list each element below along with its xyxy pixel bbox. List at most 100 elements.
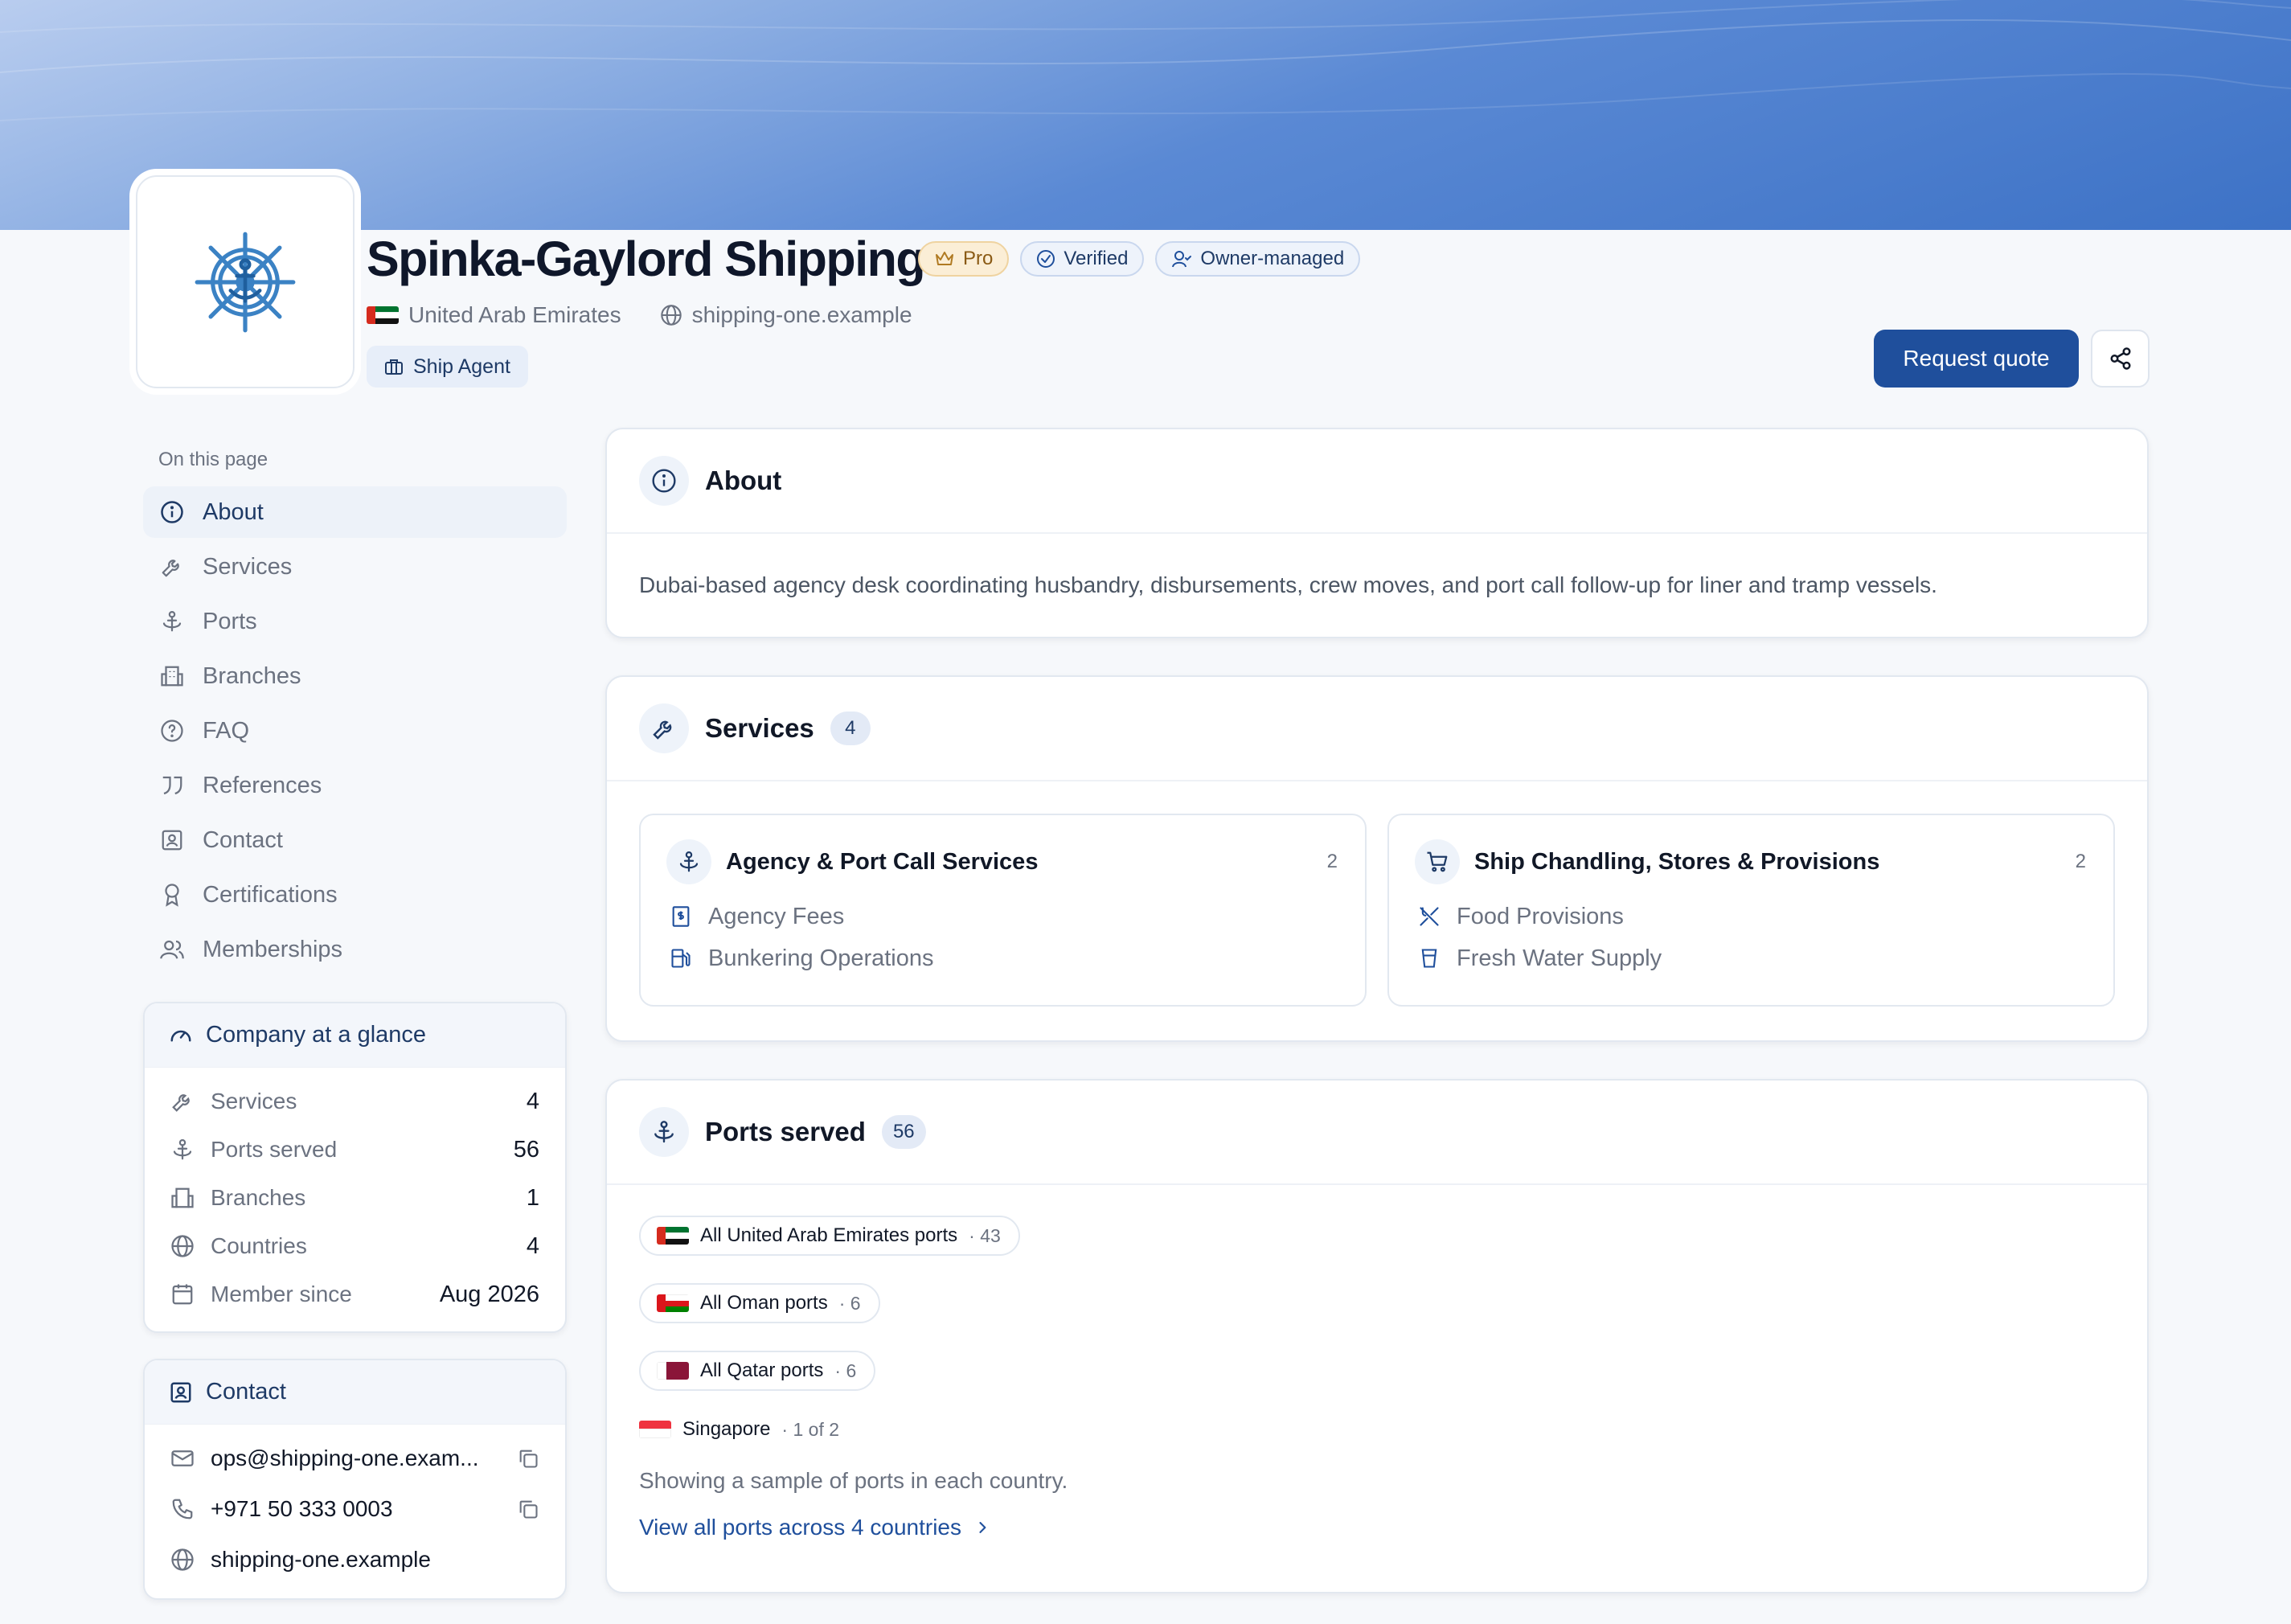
glance-label: Branches xyxy=(211,1185,306,1210)
about-title: About xyxy=(705,465,782,495)
ports-count: 56 xyxy=(881,1115,926,1149)
nav-item-contact[interactable]: Contact xyxy=(143,814,567,866)
glance-row-member-since: Member since Aug 2026 xyxy=(145,1270,565,1318)
view-all-ports-link[interactable]: View all ports across 4 countries xyxy=(639,1515,2115,1540)
service-item-label: Food Provisions xyxy=(1457,903,1624,929)
contact-phone[interactable]: +971 50 333 0003 xyxy=(211,1496,512,1522)
role-chip-label: Ship Agent xyxy=(413,355,510,378)
chevron-right-icon xyxy=(979,1522,986,1533)
anchor-icon xyxy=(679,851,699,872)
port-group-count: · 43 xyxy=(969,1224,1001,1246)
contact-phone-row[interactable]: +971 50 333 0003 xyxy=(145,1483,565,1534)
glance-label: Member since xyxy=(211,1282,352,1306)
globe-icon xyxy=(660,305,682,326)
phone-icon xyxy=(172,1499,193,1519)
ports-note: Showing a sample of ports in each countr… xyxy=(639,1468,1068,1493)
nav-item-label: Certifications xyxy=(203,881,338,908)
glance-label: Countries xyxy=(211,1233,307,1258)
nav-item-certifications[interactable]: Certifications xyxy=(143,869,567,921)
uae-flag-icon xyxy=(367,306,399,324)
cart-icon-circle xyxy=(1415,839,1460,884)
share-button[interactable] xyxy=(2091,330,2150,388)
contact-card-header: Contact xyxy=(145,1360,565,1425)
wrench-icon xyxy=(653,720,672,740)
crown-icon xyxy=(936,252,953,265)
about-card: About Dubai-based agency desk coordinati… xyxy=(605,428,2149,638)
check-circle-icon xyxy=(1037,250,1055,268)
users-icon xyxy=(160,940,184,959)
nav-item-label: Branches xyxy=(203,662,301,689)
copy-phone-button[interactable] xyxy=(512,1498,539,1520)
service-group[interactable]: Ship Chandling, Stores & Provisions 2 Fo… xyxy=(1387,814,2115,1007)
about-card-header: About xyxy=(607,429,2147,534)
calendar-icon xyxy=(172,1284,193,1305)
user-check-icon xyxy=(1172,251,1192,268)
quote-icon xyxy=(162,776,182,795)
nav-item-services[interactable]: Services xyxy=(143,541,567,593)
page-nav: About Services Ports Branches FAQ Refere… xyxy=(143,486,567,978)
company-logo xyxy=(136,175,355,388)
gauge-icon xyxy=(170,1030,191,1041)
port-group-count: · 6 xyxy=(838,1292,861,1314)
port-group-uae[interactable]: All United Arab Emirates ports · 43 xyxy=(639,1216,1020,1256)
services-icon-circle xyxy=(639,703,689,753)
cart-icon xyxy=(1427,851,1448,872)
contact-email[interactable]: ops@shipping-one.exam... xyxy=(211,1446,512,1471)
copy-email-button[interactable] xyxy=(512,1447,539,1470)
utensils-icon xyxy=(1420,907,1439,926)
company-website-link[interactable]: shipping-one.example xyxy=(692,302,912,328)
request-quote-button[interactable]: Request quote xyxy=(1874,330,2079,388)
oman-flag-icon xyxy=(657,1294,689,1312)
glance-card-header: Company at a glance xyxy=(145,1003,565,1068)
ports-title: Ports served xyxy=(705,1117,866,1146)
service-item[interactable]: Food Provisions xyxy=(1415,896,2086,937)
verified-badge: Verified xyxy=(1020,241,1145,277)
ship-wheel-logo-icon xyxy=(195,232,296,332)
copy-icon xyxy=(519,1450,538,1468)
nav-item-faq[interactable]: FAQ xyxy=(143,705,567,757)
contact-website-row[interactable]: shipping-one.example xyxy=(145,1534,565,1585)
role-chip: Ship Agent xyxy=(367,346,528,388)
contact-card: Contact ops@shipping-one.exam... +971 50… xyxy=(143,1359,567,1600)
share-icon xyxy=(2110,347,2130,370)
receipt-icon xyxy=(672,906,690,927)
port-group-label: All Oman ports xyxy=(700,1292,828,1314)
service-item[interactable]: Agency Fees xyxy=(666,896,1338,937)
contact-website[interactable]: shipping-one.example xyxy=(211,1547,539,1573)
anchor-icon xyxy=(173,1139,192,1160)
service-item[interactable]: Fresh Water Supply xyxy=(1415,937,2086,979)
anchor-icon xyxy=(162,611,182,632)
port-group-label: All United Arab Emirates ports xyxy=(700,1224,958,1246)
service-group-name: Ship Chandling, Stores & Provisions xyxy=(1474,848,1880,875)
services-card-header: Services 4 xyxy=(607,677,2147,781)
port-group-qatar[interactable]: All Qatar ports · 6 xyxy=(639,1351,876,1391)
uae-flag-icon xyxy=(657,1227,689,1245)
ports-icon-circle xyxy=(639,1107,689,1157)
port-singapore[interactable]: Singapore · 1 of 2 xyxy=(639,1413,2115,1446)
singapore-flag-icon xyxy=(639,1421,671,1438)
award-icon xyxy=(165,884,179,907)
glance-row-services: Services 4 xyxy=(145,1077,565,1126)
services-title: Services xyxy=(705,713,814,743)
service-item[interactable]: Bunkering Operations xyxy=(666,937,1338,979)
nav-item-label: References xyxy=(203,772,322,798)
nav-item-ports[interactable]: Ports xyxy=(143,596,567,647)
port-group-oman[interactable]: All Oman ports · 6 xyxy=(639,1283,880,1323)
info-icon xyxy=(161,501,183,523)
glance-value: Aug 2026 xyxy=(439,1281,539,1307)
port-singapore-count: · 1 of 2 xyxy=(781,1418,840,1440)
info-icon xyxy=(652,469,676,493)
glance-value: 1 xyxy=(526,1184,539,1211)
contact-email-row[interactable]: ops@shipping-one.exam... xyxy=(145,1433,565,1483)
nav-item-references[interactable]: References xyxy=(143,760,567,811)
company-name: Spinka-Gaylord Shipping xyxy=(367,232,926,286)
service-item-label: Bunkering Operations xyxy=(708,945,934,971)
view-all-ports-label: View all ports across 4 countries xyxy=(639,1515,961,1540)
company-meta: United Arab Emirates shipping-one.exampl… xyxy=(367,302,912,328)
services-count: 4 xyxy=(830,712,871,745)
service-group[interactable]: Agency & Port Call Services 2 Agency Fee… xyxy=(639,814,1367,1007)
qatar-flag-icon xyxy=(657,1362,689,1380)
nav-item-memberships[interactable]: Memberships xyxy=(143,924,567,975)
nav-item-about[interactable]: About xyxy=(143,486,567,538)
nav-item-branches[interactable]: Branches xyxy=(143,650,567,702)
